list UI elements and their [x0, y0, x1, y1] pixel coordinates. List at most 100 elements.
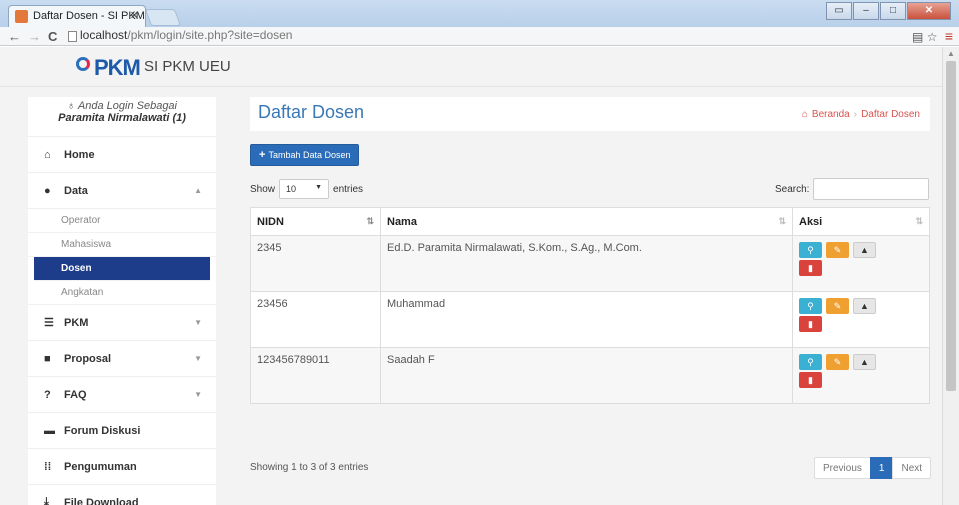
scroll-up-icon[interactable]: ▲	[947, 49, 955, 58]
sidebar-item-forum-diskusi[interactable]: ▬ Forum Diskusi	[28, 413, 216, 449]
entries-length-control: Show 10 ▼ entries	[250, 179, 363, 199]
chevron-down-icon: ▼	[194, 390, 202, 399]
minimize-button[interactable]: –	[853, 2, 879, 20]
cell-nama: Ed.D. Paramita Nirmalawati, S.Kom., S.Ag…	[380, 235, 793, 292]
page: PKM SI PKM UEU ♁ Anda Login Sebagai Para…	[0, 47, 942, 505]
search-icon[interactable]: ⚲	[799, 354, 822, 370]
logo-ring-icon	[76, 57, 90, 71]
url-path: /pkm/login/site.php?site=dosen	[127, 28, 293, 42]
trash-icon[interactable]: ▮	[799, 316, 822, 332]
browser-tab[interactable]: Daftar Dosen - SI PKM UE ✕	[8, 5, 146, 27]
book-icon: ■	[44, 352, 51, 365]
entries-value: 10	[286, 184, 297, 194]
translate-icon[interactable]: ▤	[912, 30, 923, 44]
breadcrumb-current: Daftar Dosen	[861, 109, 920, 120]
cell-nidn: 23456	[250, 291, 381, 348]
chevron-down-icon: ▼	[315, 184, 323, 191]
browser-menu-icon[interactable]: ≡	[945, 28, 953, 44]
column-header-nama[interactable]: Nama ⇅	[380, 207, 793, 236]
sidebar-item-label: Home	[64, 148, 95, 161]
sidebar-item-label: File Download	[64, 496, 139, 505]
edit-pencil-icon[interactable]: ✎	[826, 298, 849, 314]
search-input[interactable]	[813, 178, 930, 200]
maximize-button[interactable]: □	[880, 2, 906, 20]
column-header-nidn[interactable]: NIDN ⇅	[250, 207, 381, 236]
breadcrumb-separator: ›	[853, 109, 858, 120]
reload-icon[interactable]: C	[48, 29, 57, 44]
add-dosen-label: Tambah Data Dosen	[268, 150, 351, 160]
list-icon: ☰	[44, 317, 54, 329]
edit-pencil-icon[interactable]: ✎	[826, 354, 849, 370]
entries-select[interactable]: 10 ▼	[279, 179, 330, 199]
brand-name[interactable]: SI PKM UEU	[144, 58, 231, 75]
lock-icon[interactable]: ▲	[853, 354, 876, 370]
search-icon[interactable]: ⚲	[799, 298, 822, 314]
pkm-logo[interactable]: PKM	[76, 55, 141, 81]
chevron-down-icon: ▼	[194, 318, 202, 327]
trash-icon[interactable]: ▮	[799, 260, 822, 276]
lock-icon[interactable]: ▲	[853, 298, 876, 314]
cell-nidn: 2345	[250, 235, 381, 292]
edit-pencil-icon[interactable]: ✎	[826, 242, 849, 258]
table-row: 23456 Muhammad ⚲ ✎ ▲ ▮	[250, 291, 930, 348]
sidebar-item-home[interactable]: ⌂ Home	[28, 137, 216, 173]
table-header-row: NIDN ⇅ Nama ⇅ Aksi ⇅	[250, 207, 930, 236]
show-label: Show	[250, 183, 276, 195]
bookmark-star-icon[interactable]: ☆	[927, 30, 938, 44]
page-scrollbar[interactable]: ▲	[942, 47, 959, 505]
submenu-item-angkatan[interactable]: Angkatan	[28, 281, 216, 305]
next-page-button[interactable]: Next	[892, 457, 932, 479]
sidebar-item-label: PKM	[64, 316, 89, 329]
favicon-icon	[15, 10, 28, 23]
breadcrumb-home[interactable]: Beranda	[812, 109, 850, 120]
tab-close-icon[interactable]: ✕	[130, 9, 139, 22]
sort-asc-icon: ⇅	[366, 216, 374, 226]
submenu-item-dosen[interactable]: Dosen	[34, 257, 210, 281]
cell-nama: Saadah F	[380, 347, 793, 404]
sidebar-item-proposal[interactable]: ■ Proposal ▼	[28, 341, 216, 377]
chevron-up-icon: ▲	[194, 186, 202, 195]
column-header-aksi[interactable]: Aksi ⇅	[792, 207, 930, 236]
address-bar: ← → C localhost/pkm/login/site.php?site=…	[0, 27, 959, 46]
sidebar-item-pengumuman[interactable]: ⁞⁞ Pengumuman	[28, 449, 216, 485]
trash-icon[interactable]: ▮	[799, 372, 822, 388]
cell-aksi: ⚲ ✎ ▲ ▮	[792, 291, 930, 348]
sidebar-item-pkm[interactable]: ☰ PKM ▼	[28, 305, 216, 341]
sidebar-item-data[interactable]: ● Data ▲	[28, 173, 216, 209]
search-icon[interactable]: ⚲	[799, 242, 822, 258]
sort-icon: ⇅	[915, 216, 923, 226]
url-field[interactable]: localhost/pkm/login/site.php?site=dosen	[80, 28, 292, 42]
breadcrumb: ⌂ Beranda › Daftar Dosen	[802, 109, 920, 120]
add-dosen-button[interactable]: + Tambah Data Dosen	[250, 144, 360, 166]
sidebar-item-faq[interactable]: ? FAQ ▼	[28, 377, 216, 413]
site-header: PKM SI PKM UEU	[0, 47, 942, 87]
column-label: Nama	[387, 215, 417, 228]
sidebar: ♁ Anda Login Sebagai Paramita Nirmalawat…	[28, 97, 216, 505]
submenu-item-operator[interactable]: Operator	[28, 209, 216, 233]
login-greeting: Anda Login Sebagai	[77, 100, 177, 112]
new-tab-button[interactable]	[144, 9, 182, 26]
sidebar-item-label: Data	[64, 184, 88, 197]
home-icon: ⌂	[44, 148, 51, 161]
column-label: NIDN	[257, 215, 284, 228]
submenu-item-mahasiswa[interactable]: Mahasiswa	[28, 233, 216, 257]
table-row: 123456789011 Saadah F ⚲ ✎ ▲ ▮	[250, 347, 930, 404]
cell-aksi: ⚲ ✎ ▲ ▮	[792, 347, 930, 404]
previous-page-button[interactable]: Previous	[814, 457, 871, 479]
content-header: Daftar Dosen ⌂ Beranda › Daftar Dosen	[250, 97, 930, 131]
url-host: localhost	[80, 28, 128, 42]
back-icon[interactable]: ←	[8, 29, 21, 44]
close-window-button[interactable]: ✕	[907, 2, 951, 20]
lock-icon[interactable]: ▲	[853, 242, 876, 258]
sidebar-item-label: FAQ	[64, 388, 87, 401]
search-control: Search:	[775, 178, 930, 200]
login-info: ♁ Anda Login Sebagai Paramita Nirmalawat…	[28, 97, 216, 137]
scrollbar-thumb[interactable]	[946, 61, 956, 391]
page-1-button[interactable]: 1	[869, 457, 894, 479]
entries-label: entries	[333, 183, 364, 195]
sidebar-item-file-download[interactable]: ⤓ File Download	[28, 485, 216, 505]
user-icon-button[interactable]: ▭	[826, 2, 852, 20]
forward-icon[interactable]: →	[28, 29, 41, 44]
table-info: Showing 1 to 3 of 3 entries	[250, 462, 369, 473]
logo-text: PKM	[94, 55, 141, 80]
